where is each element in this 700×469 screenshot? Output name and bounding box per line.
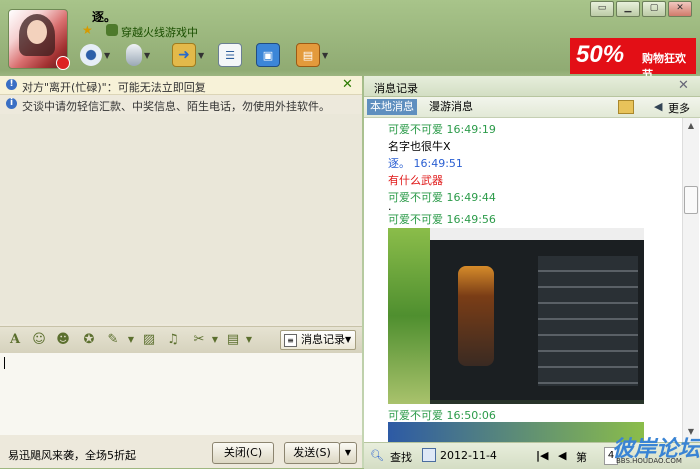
music-icon[interactable]: ♫ <box>164 332 182 348</box>
close-button[interactable]: 关闭(C) <box>212 442 274 464</box>
promo-link[interactable]: 易迅飓风来袭，全场5折起 <box>8 447 136 463</box>
contact-name[interactable]: 逐。 <box>92 8 116 25</box>
calendar-icon[interactable] <box>422 448 436 462</box>
close-window-button[interactable]: ✕ <box>668 1 692 17</box>
safety-notice: i 交谈中请勿轻信汇款、中奖信息、陌生电话，勿使用外挂软件。 <box>0 95 362 113</box>
busy-status-icon <box>56 56 70 70</box>
ad-discount: 50% <box>576 41 625 68</box>
scroll-up-icon[interactable]: ▲ <box>685 120 697 132</box>
chat-window: 逐。 ★ 穿越火线游戏中 ▼ ▼ ➜ ▼ ☰ ▣ ▤ ▼ ▭ ▁ ▢ ✕ 50%… <box>0 0 700 469</box>
maximize-button[interactable]: ▢ <box>642 1 666 17</box>
chat-pane: ! 对方"离开(忙碌)"：可能无法立即回复 ✕ i 交谈中请勿轻信汇款、中奖信息… <box>0 76 362 468</box>
contact-status-text: 穿越火线游戏中 <box>121 26 198 39</box>
image-icon[interactable]: ▨ <box>140 332 158 348</box>
remote-assist-icon: ▣ <box>256 43 280 67</box>
game-icon <box>106 24 118 36</box>
shake-icon[interactable]: ✪ <box>80 332 98 348</box>
window-controls: ▭ ▁ ▢ ✕ <box>590 1 692 17</box>
history-scrollbar[interactable]: ▲ ▼ <box>682 118 699 442</box>
busy-notice-text: 对方"离开(忙碌)"：可能无法立即回复 <box>22 81 206 94</box>
search-link[interactable]: 查找 <box>390 449 412 465</box>
send-button[interactable]: 发送(S) <box>284 442 340 464</box>
chevron-down-icon: ▼ <box>345 335 352 344</box>
send-options-chevron-down-icon[interactable]: ▼ <box>339 442 357 464</box>
watermark-url: BBS.HOUDAO.COM <box>616 457 682 465</box>
game-screenshot-image[interactable] <box>388 228 644 404</box>
message-header: 可爱不可爱 16:49:19 <box>388 123 496 136</box>
history-icon: ≡ <box>284 334 297 347</box>
tab-local-messages[interactable]: 本地消息 <box>367 99 417 115</box>
game-screenshot-image[interactable] <box>388 422 644 442</box>
first-page-icon[interactable]: |◀ <box>536 449 548 462</box>
busy-notice: ! 对方"离开(忙碌)"：可能无法立即回复 ✕ <box>0 76 362 95</box>
close-icon[interactable]: ✕ <box>678 78 689 93</box>
chevron-down-icon[interactable]: ▼ <box>198 51 206 60</box>
message-header: 可爱不可爱 16:50:06 <box>388 409 496 422</box>
history-title: 消息记录 <box>374 82 418 95</box>
format-toolbar: A ☺ ☻ ✪ ✎ ▼ ▨ ♫ ✂ ▼ ▤ ▼ ≡ 消息记录 ▼ <box>0 326 362 354</box>
message-header: 逐。 16:49:51 <box>388 157 463 170</box>
remote-assist-button[interactable]: ▣ <box>256 42 280 68</box>
minimize-button[interactable]: ▁ <box>616 1 640 17</box>
bottom-bar: 易迅飓风来袭，全场5折起 关闭(C) 发送(S) ▼ <box>0 436 362 468</box>
message-header: 可爱不可爱 16:49:56 <box>388 213 496 226</box>
chevron-down-icon[interactable]: ▼ <box>322 51 330 60</box>
text-cursor <box>4 357 5 369</box>
font-icon[interactable]: A <box>6 332 24 348</box>
webcam-button[interactable]: ▼ <box>80 42 112 68</box>
message-history-label: 消息记录 <box>301 333 345 346</box>
header: 逐。 ★ 穿越火线游戏中 ▼ ▼ ➜ ▼ ☰ ▣ ▤ ▼ ▭ ▁ ▢ ✕ 50%… <box>0 0 700 81</box>
skin-button[interactable]: ▭ <box>590 1 614 17</box>
message-input[interactable] <box>0 353 362 435</box>
history-tabs: 本地消息 漫游消息 ◀ 更多 <box>364 97 700 118</box>
app-list-button[interactable]: ☰ <box>218 42 242 68</box>
history-footer: 🔍︎ 查找 2012-11-4 |◀ ◀ 第 4 彼岸论坛 BBS.HOUDAO… <box>364 437 700 469</box>
message-manager-icon[interactable] <box>618 100 634 114</box>
app-list-icon: ☰ <box>218 43 242 67</box>
message-text: 有什么武器 <box>388 174 443 187</box>
history-pane: 消息记录 ✕ 本地消息 漫游消息 ◀ 更多 可爱不可爱 16:49:19 名字也… <box>364 76 700 469</box>
more-apps-button[interactable]: ▤ ▼ <box>296 42 330 68</box>
message-history-button[interactable]: ≡ 消息记录 ▼ <box>280 330 356 350</box>
history-header: 消息记录 ✕ <box>364 76 700 97</box>
star-icon: ★ <box>82 23 93 37</box>
chevron-down-icon[interactable]: ▼ <box>104 51 112 60</box>
date-picker[interactable]: 2012-11-4 <box>440 449 497 462</box>
speaker-icon[interactable]: ◀ <box>654 100 662 113</box>
doodle-icon[interactable]: ✎ <box>104 332 122 348</box>
prev-page-icon[interactable]: ◀ <box>558 449 566 462</box>
info-icon: i <box>6 98 17 109</box>
tab-roaming-messages[interactable]: 漫游消息 <box>426 99 476 115</box>
voice-button[interactable]: ▼ <box>126 42 152 68</box>
ad-banner[interactable]: 50% 购物狂欢节 <box>570 38 696 81</box>
safety-notice-text: 交谈中请勿轻信汇款、中奖信息、陌生电话，勿使用外挂软件。 <box>22 100 330 113</box>
close-icon[interactable]: ✕ <box>342 77 353 92</box>
chevron-down-icon[interactable]: ▼ <box>240 332 258 348</box>
page-label: 第 <box>576 451 587 464</box>
webcam-icon <box>80 44 102 66</box>
message-display[interactable] <box>0 114 362 324</box>
history-messages[interactable]: 可爱不可爱 16:49:19 名字也很牛X 逐。 16:49:51 有什么武器 … <box>364 118 682 442</box>
more-apps-icon: ▤ <box>296 43 320 67</box>
info-icon: ! <box>6 79 17 90</box>
chevron-down-icon[interactable]: ▼ <box>122 332 140 348</box>
chevron-down-icon[interactable]: ▼ <box>144 51 152 60</box>
scroll-thumb[interactable] <box>684 186 698 214</box>
file-transfer-button[interactable]: ➜ ▼ <box>172 42 206 68</box>
emoji-icon[interactable]: ☺ <box>30 332 48 348</box>
magic-emoticon-icon[interactable]: ☻ <box>54 332 72 348</box>
message-header: 可爱不可爱 16:49:44 <box>388 191 496 204</box>
file-transfer-icon: ➜ <box>172 43 196 67</box>
microphone-icon <box>126 44 142 66</box>
message-text: 名字也很牛X <box>388 140 451 153</box>
chevron-down-icon[interactable]: ▼ <box>206 332 224 348</box>
search-icon[interactable]: 🔍︎ <box>370 449 384 462</box>
more-link[interactable]: 更多 <box>668 100 690 116</box>
